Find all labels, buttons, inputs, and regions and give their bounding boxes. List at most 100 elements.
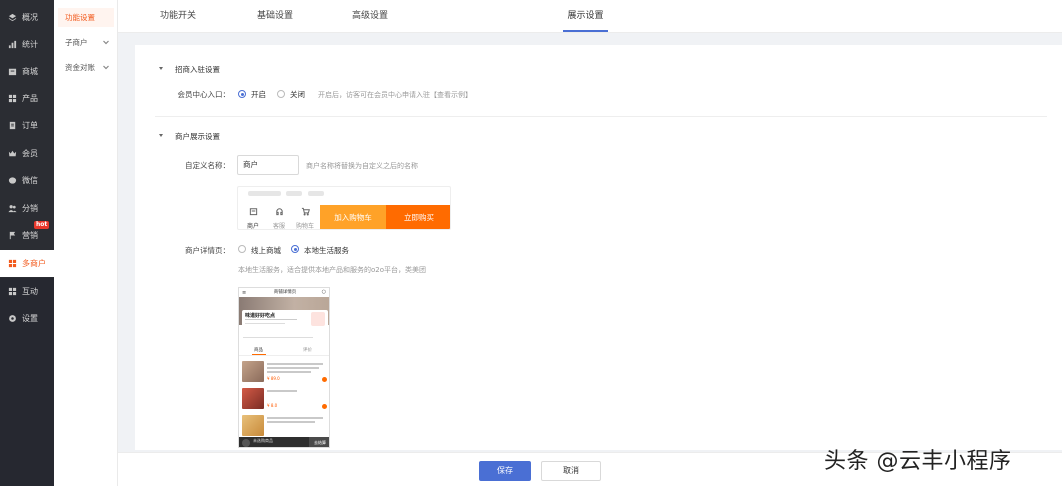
text-placeholder (267, 390, 297, 392)
collapse-caret-icon[interactable] (159, 67, 163, 70)
submenu-item-sub-merchant[interactable]: 子商户 (58, 33, 114, 52)
preview-cart-footer: 未选购商品 去结算 (239, 437, 329, 447)
sidebar-item-label: 会员 (22, 149, 38, 158)
text-placeholder (267, 417, 323, 419)
merchant-icon (7, 259, 17, 269)
product-price: ¥ 8.0 (267, 403, 278, 408)
sidebar-item-label: 互动 (22, 287, 38, 296)
cart-icon (297, 207, 313, 218)
sidebar-item-product[interactable]: 产品 (0, 85, 54, 112)
sidebar-item-overview[interactable]: 概况 (0, 4, 54, 31)
preview-header: 商铺详情页 (239, 288, 329, 297)
tab-advanced-settings[interactable]: 高级设置 (348, 0, 392, 33)
sidebar-item-wechat[interactable]: 微信 (0, 167, 54, 194)
chevron-down-icon (102, 63, 110, 71)
preview-tab-underline (252, 354, 266, 355)
product-bar-preview: 商户 客服 购物车 加入购物车 立即购买 (237, 186, 451, 230)
cart-icon (242, 439, 250, 447)
field-label-custom-name: 自定义名称： (185, 161, 230, 170)
placeholder-strip (286, 191, 302, 196)
shop-detail-preview: 商铺详情页 ≡ ○ 味道好好吃点 商品 评价 ¥ 89.0 ¥ 8.0 未选购商… (238, 287, 330, 448)
radio-detail-local[interactable] (291, 245, 299, 253)
custom-name-hint: 商户名称将替换为自定义之后的名称 (306, 162, 418, 170)
preview-product-item: ¥ 89.0 (241, 360, 329, 384)
section-divider (155, 116, 1047, 117)
tab-bar: 功能开关 基础设置 高级设置 展示设置 (118, 0, 1062, 33)
placeholder-strip (308, 191, 324, 196)
layers-icon (7, 13, 17, 23)
preview-add-to-cart-button: 加入购物车 (320, 205, 386, 229)
wechat-icon (7, 176, 17, 186)
interact-icon (7, 287, 17, 297)
collapse-caret-icon[interactable] (159, 134, 163, 137)
sidebar-item-interaction[interactable]: 互动 (0, 278, 54, 305)
preview-product-item: ¥ 8.0 (241, 387, 329, 411)
add-icon (322, 377, 327, 382)
headset-icon (271, 207, 287, 218)
preview-checkout-button: 去结算 (309, 437, 329, 447)
detail-page-hint: 本地生活服务，适合提供本地产品和服务的o2o平台，类美团 (238, 266, 427, 274)
radio-entry-off[interactable] (277, 90, 285, 98)
main-sidebar: 概况 统计 商城 产品 订单 会员 微信 分销 营销 hot 多商户 互动 设置 (0, 0, 54, 486)
sidebar-item-label: 订单 (22, 121, 38, 130)
shop-info-card: 味道好好吃点 (242, 310, 328, 332)
sidebar-item-distribution[interactable]: 分销 (0, 195, 54, 222)
custom-name-input[interactable]: 商户 (237, 155, 299, 175)
submenu-item-label: 功能设置 (65, 13, 95, 22)
section-title-join-settings: 招商入驻设置 (175, 65, 220, 74)
tab-function-switch[interactable]: 功能开关 (156, 0, 200, 33)
grid-icon (7, 94, 17, 104)
text-placeholder (267, 371, 311, 373)
text-placeholder (245, 323, 285, 325)
text-placeholder (267, 421, 315, 423)
preview-buy-now-button: 立即购买 (386, 205, 450, 229)
active-tab-underline (563, 30, 608, 32)
sidebar-item-settings[interactable]: 设置 (0, 305, 54, 332)
chart-icon (7, 40, 17, 50)
add-icon (322, 404, 327, 409)
field-label-member-entry: 会员中心入口： (177, 90, 231, 99)
tab-basic-settings[interactable]: 基础设置 (253, 0, 297, 33)
shop-title: 味道好好吃点 (245, 313, 276, 319)
sidebar-lower-fill (0, 332, 54, 486)
product-thumb-image (242, 361, 264, 382)
sidebar-item-order[interactable]: 订单 (0, 112, 54, 139)
store-icon (245, 207, 261, 218)
sidebar-item-label: 商城 (22, 67, 38, 76)
sidebar-item-stats[interactable]: 统计 (0, 31, 54, 58)
tab-display-settings[interactable]: 展示设置 (563, 0, 608, 33)
radio-detail-online[interactable] (238, 245, 246, 253)
submenu-item-function-settings[interactable]: 功能设置 (58, 8, 114, 27)
gear-icon (7, 314, 17, 324)
save-button[interactable]: 保存 (479, 461, 531, 481)
submenu-item-label: 子商户 (65, 38, 88, 47)
product-price: ¥ 89.0 (267, 376, 280, 381)
text-placeholder (267, 367, 319, 369)
radio-label-off: 关闭 (290, 90, 305, 99)
product-thumb-image (242, 388, 264, 409)
shop-logo (311, 312, 325, 326)
cancel-button[interactable]: 取消 (541, 461, 601, 481)
menu-icon: ≡ (242, 290, 247, 296)
radio-label-on: 开启 (251, 90, 266, 99)
order-icon (7, 121, 17, 131)
flag-icon (7, 231, 17, 241)
preview-product-item (241, 414, 329, 438)
search-icon: ○ (321, 289, 326, 295)
sidebar-item-label: 微信 (22, 176, 38, 185)
submenu-item-label: 资金对账 (65, 63, 95, 72)
sidebar-item-label: 营销 (22, 231, 38, 240)
sidebar-item-mall[interactable]: 商城 (0, 58, 54, 85)
sidebar-item-multi-merchant[interactable]: 多商户 (0, 250, 54, 277)
text-placeholder (267, 363, 323, 365)
chevron-down-icon (102, 38, 110, 46)
preview-tab-goods: 商品 (254, 348, 263, 353)
radio-label-online: 线上商城 (251, 246, 281, 255)
radio-entry-on[interactable] (238, 90, 246, 98)
hot-badge: hot (34, 221, 50, 229)
submenu-item-reconciliation[interactable]: 资金对账 (58, 58, 114, 77)
product-thumb-image (242, 415, 264, 436)
sidebar-item-member[interactable]: 会员 (0, 140, 54, 167)
sidebar-item-label: 多商户 (22, 259, 46, 268)
preview-tabs: 商品 评价 (239, 346, 329, 356)
